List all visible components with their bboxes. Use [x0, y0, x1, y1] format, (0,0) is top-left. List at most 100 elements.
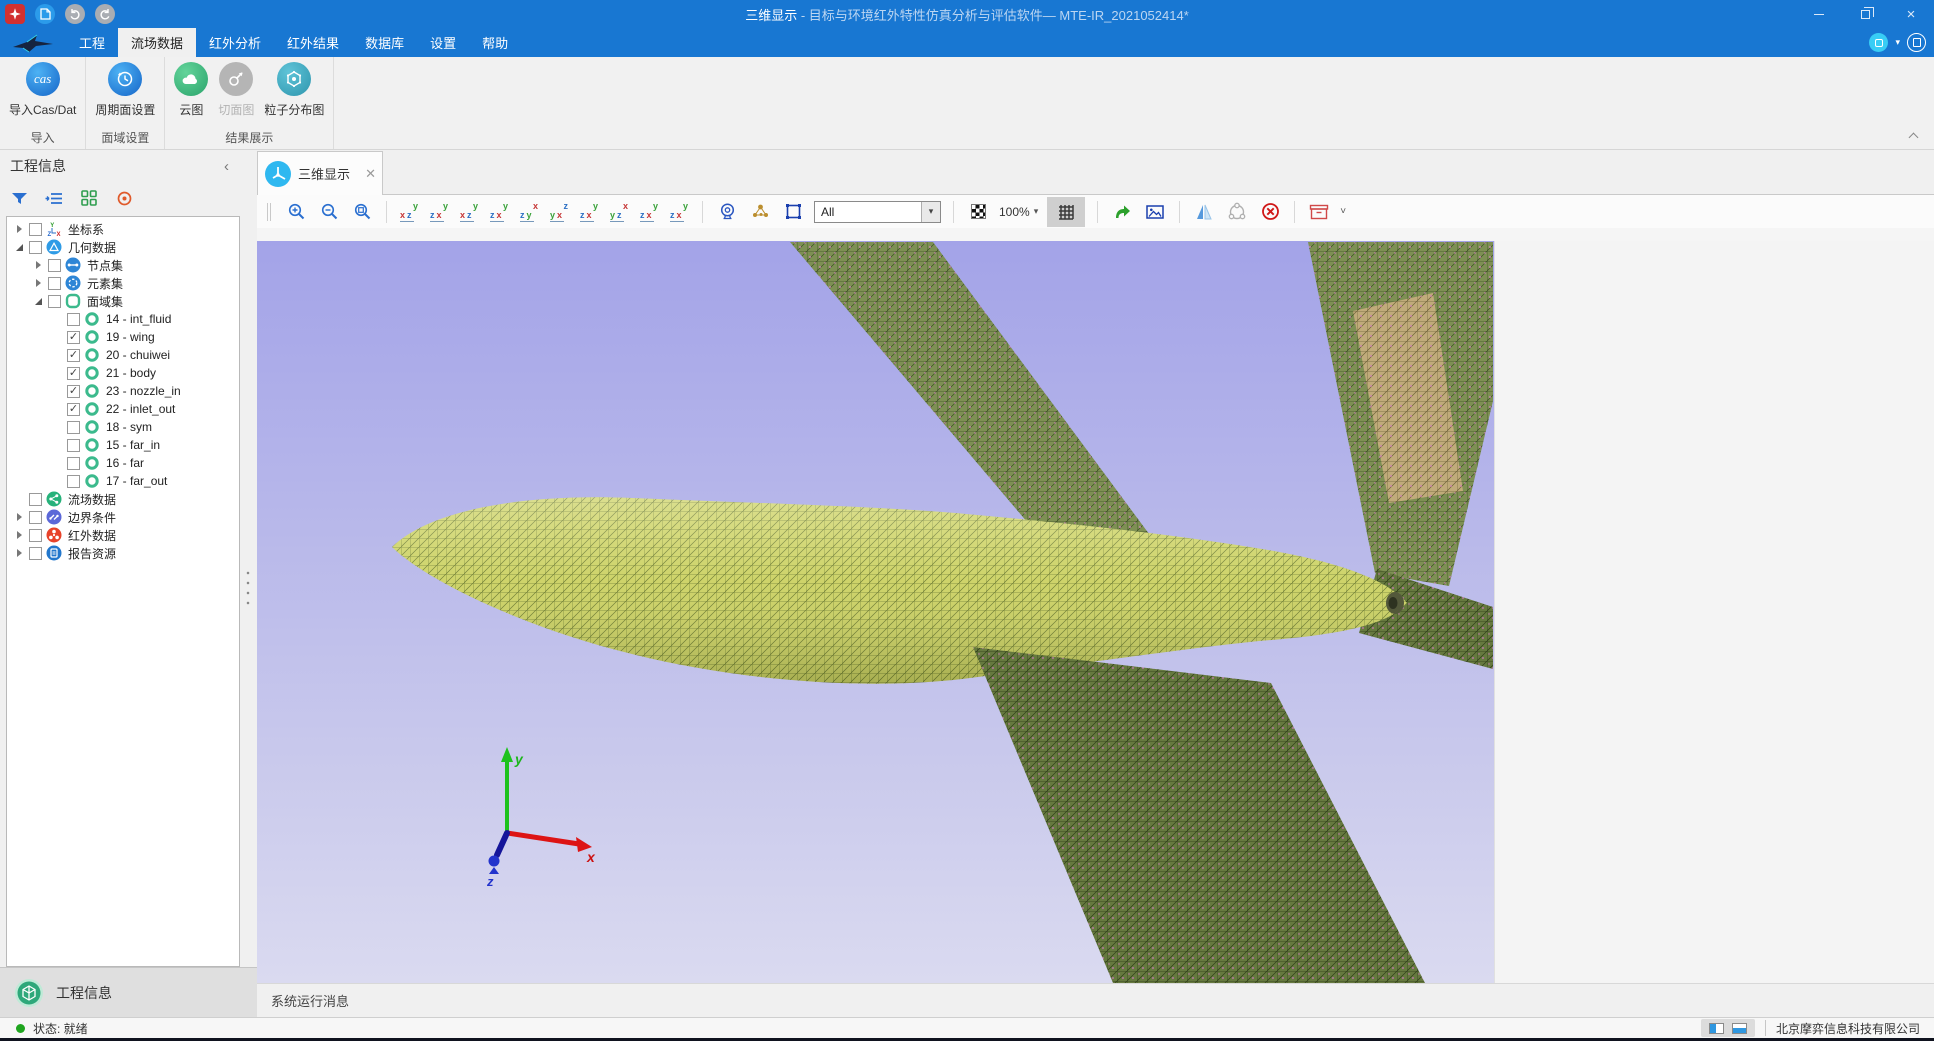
view-bottom-icon[interactable]: zyx: [549, 201, 570, 223]
tree-item-checkbox[interactable]: ✓: [67, 331, 80, 344]
expander-closed-icon[interactable]: [13, 549, 26, 557]
collapse-list-icon[interactable]: [45, 189, 63, 207]
tree-item-coordinate-system[interactable]: YZX坐标系: [7, 220, 239, 238]
view-top-icon[interactable]: xzy: [519, 201, 540, 223]
tab-close-icon[interactable]: ✕: [365, 166, 376, 182]
quick-view-icon[interactable]: [1869, 33, 1888, 52]
expander-closed-icon[interactable]: [32, 279, 45, 287]
new-document-icon[interactable]: [35, 4, 55, 24]
select-box-icon[interactable]: [781, 197, 805, 227]
expander-closed-icon[interactable]: [13, 531, 26, 539]
tree-item-checkbox[interactable]: ✓: [67, 367, 80, 380]
tree-item-face-22-inlet-out[interactable]: ✓22 - inlet_out: [7, 400, 239, 418]
tree-item-checkbox[interactable]: ✓: [67, 403, 80, 416]
screenshot-image-icon[interactable]: [1143, 197, 1167, 227]
expander-closed-icon[interactable]: [13, 225, 26, 233]
tree-item-checkbox[interactable]: [29, 493, 42, 506]
slice-plot-button[interactable]: 切面图: [213, 62, 259, 118]
mirror-icon[interactable]: [1192, 197, 1216, 227]
view-front-icon[interactable]: yxz: [399, 201, 420, 223]
close-button[interactable]: ×: [1888, 0, 1934, 28]
minimize-button[interactable]: [1796, 0, 1842, 28]
export-arrow-icon[interactable]: [1110, 197, 1134, 227]
tree-item-checkbox[interactable]: ✓: [67, 385, 80, 398]
delete-icon[interactable]: [1258, 197, 1282, 227]
chevron-down-icon[interactable]: ▾: [1895, 37, 1900, 48]
layout-toggle-bottom-icon[interactable]: [1732, 1023, 1747, 1034]
tree-item-report-resources[interactable]: 报告资源: [7, 544, 239, 562]
panel-collapse-icon[interactable]: ‹: [224, 159, 229, 174]
viewport-3d[interactable]: y x z: [257, 241, 1494, 983]
view-isometric-4-icon[interactable]: yzx: [669, 201, 690, 223]
tree-item-checkbox[interactable]: [29, 529, 42, 542]
display-filter-combobox[interactable]: All ▾: [814, 201, 941, 223]
tree-item-face-15-far-in[interactable]: 15 - far_in: [7, 436, 239, 454]
zoom-fit-icon[interactable]: [350, 197, 374, 227]
menu-item-infrared-analysis[interactable]: 红外分析: [196, 28, 274, 57]
tab-3d-display[interactable]: 三维显示 ✕: [257, 151, 383, 195]
tree-item-checkbox[interactable]: [29, 511, 42, 524]
zoom-percent-dropdown[interactable]: 100% ▾: [999, 205, 1038, 219]
view-isometric-1-icon[interactable]: yzx: [579, 201, 600, 223]
layout-toggle-left-icon[interactable]: [1709, 1023, 1724, 1034]
panel-footer[interactable]: 工程信息: [0, 967, 257, 1017]
menu-item-database[interactable]: 数据库: [352, 28, 417, 57]
import-cas-dat-button[interactable]: cas导入Cas/Dat: [4, 62, 81, 118]
tree-item-checkbox[interactable]: [48, 295, 61, 308]
menu-item-help[interactable]: 帮助: [469, 28, 521, 57]
view-left-icon[interactable]: yxz: [459, 201, 480, 223]
render-molecule-icon[interactable]: [748, 197, 772, 227]
tree-item-checkbox[interactable]: [67, 475, 80, 488]
periodic-face-settings-button[interactable]: 周期面设置: [90, 62, 160, 118]
menu-item-engineering[interactable]: 工程: [66, 28, 118, 57]
tree-item-checkbox[interactable]: [48, 259, 61, 272]
expander-open-icon[interactable]: [13, 244, 26, 251]
tree-item-checkbox[interactable]: [48, 277, 61, 290]
tree-item-checkbox[interactable]: [29, 547, 42, 560]
tree-item-checkbox[interactable]: [29, 241, 42, 254]
tree-item-checkbox[interactable]: [67, 457, 80, 470]
tree-item-face-20-chuiwei[interactable]: ✓20 - chuiwei: [7, 346, 239, 364]
tree-item-face-18-sym[interactable]: 18 - sym: [7, 418, 239, 436]
grid-view-icon[interactable]: [80, 189, 98, 207]
tree-item-checkbox[interactable]: [67, 439, 80, 452]
particle-distribution-plot-button[interactable]: 粒子分布图: [259, 62, 329, 118]
tree-item-face-sets[interactable]: 面域集: [7, 292, 239, 310]
perspective-camera-icon[interactable]: [715, 197, 739, 227]
view-isometric-3-icon[interactable]: yzx: [639, 201, 660, 223]
tree-item-flow-field-data[interactable]: 流场数据: [7, 490, 239, 508]
maximize-button[interactable]: [1842, 0, 1888, 28]
tree-item-checkbox[interactable]: [29, 223, 42, 236]
zoom-out-icon[interactable]: [317, 197, 341, 227]
tree-item-face-23-nozzle-in[interactable]: ✓23 - nozzle_in: [7, 382, 239, 400]
menu-item-flow-field-data[interactable]: 流场数据: [118, 28, 196, 57]
tree-item-checkbox[interactable]: [67, 421, 80, 434]
expander-closed-icon[interactable]: [32, 261, 45, 269]
menu-item-infrared-results[interactable]: 红外结果: [274, 28, 352, 57]
undo-icon[interactable]: [65, 4, 85, 24]
expander-open-icon[interactable]: [32, 298, 45, 305]
tree-item-geometry-data[interactable]: 几何数据: [7, 238, 239, 256]
tree-item-face-19-wing[interactable]: ✓19 - wing: [7, 328, 239, 346]
tree-item-face-17-far-out[interactable]: 17 - far_out: [7, 472, 239, 490]
toolbar-drag-handle[interactable]: [267, 203, 271, 221]
zoom-in-icon[interactable]: [284, 197, 308, 227]
filter-icon[interactable]: [10, 189, 28, 207]
mesh-wireframe-icon[interactable]: [1047, 197, 1085, 227]
circle-nodes-icon[interactable]: [1225, 197, 1249, 227]
panel-splitter[interactable]: [246, 568, 250, 606]
menu-item-settings[interactable]: 设置: [417, 28, 469, 57]
tree-item-checkbox[interactable]: ✓: [67, 349, 80, 362]
archive-box-icon[interactable]: [1307, 197, 1331, 227]
tree-item-boundary-conditions[interactable]: 边界条件: [7, 508, 239, 526]
redo-icon[interactable]: [95, 4, 115, 24]
tree-item-checkbox[interactable]: [67, 313, 80, 326]
tree-item-face-16-far[interactable]: 16 - far: [7, 454, 239, 472]
combobox-dropdown-icon[interactable]: ▾: [921, 202, 940, 222]
tree-item-element-sets[interactable]: 元素集: [7, 274, 239, 292]
expander-closed-icon[interactable]: [13, 513, 26, 521]
manual-icon[interactable]: [1907, 33, 1926, 52]
tree-item-face-21-body[interactable]: ✓21 - body: [7, 364, 239, 382]
tree-item-infrared-data[interactable]: 红外数据: [7, 526, 239, 544]
chevron-down-icon[interactable]: ˅: [1340, 206, 1346, 217]
